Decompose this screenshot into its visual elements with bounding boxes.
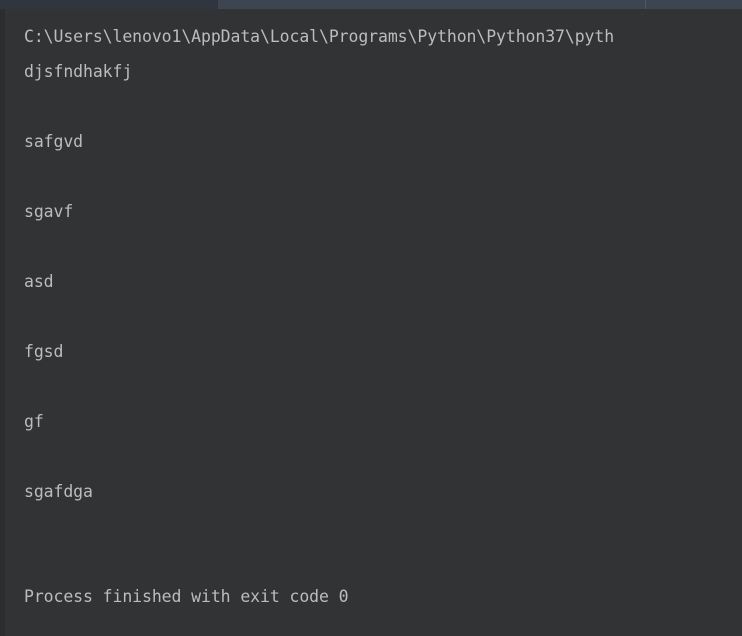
console-output-text[interactable]: C:\Users\lenovo1\AppData\Local\Programs\… <box>5 9 742 614</box>
console-area: C:\Users\lenovo1\AppData\Local\Programs\… <box>0 9 742 636</box>
console-line: sgafdga <box>24 482 93 501</box>
console-line: C:\Users\lenovo1\AppData\Local\Programs\… <box>24 27 615 46</box>
console-window: C:\Users\lenovo1\AppData\Local\Programs\… <box>0 0 742 636</box>
toolbar-strip <box>0 0 742 9</box>
console-line: gf <box>24 412 44 431</box>
console-line: Process finished with exit code 0 <box>24 587 349 606</box>
console-line: djsfndhakfj <box>24 62 133 81</box>
console-scroll-region[interactable]: C:\Users\lenovo1\AppData\Local\Programs\… <box>5 9 742 636</box>
console-line: safgvd <box>24 132 84 151</box>
console-line: asd <box>24 272 54 291</box>
toolbar-segment-middle[interactable] <box>218 0 645 9</box>
console-line: sgavf <box>24 202 74 221</box>
toolbar-segment-active[interactable] <box>0 0 218 9</box>
console-line: fgsd <box>24 342 64 361</box>
toolbar-segment-right[interactable] <box>646 0 742 9</box>
